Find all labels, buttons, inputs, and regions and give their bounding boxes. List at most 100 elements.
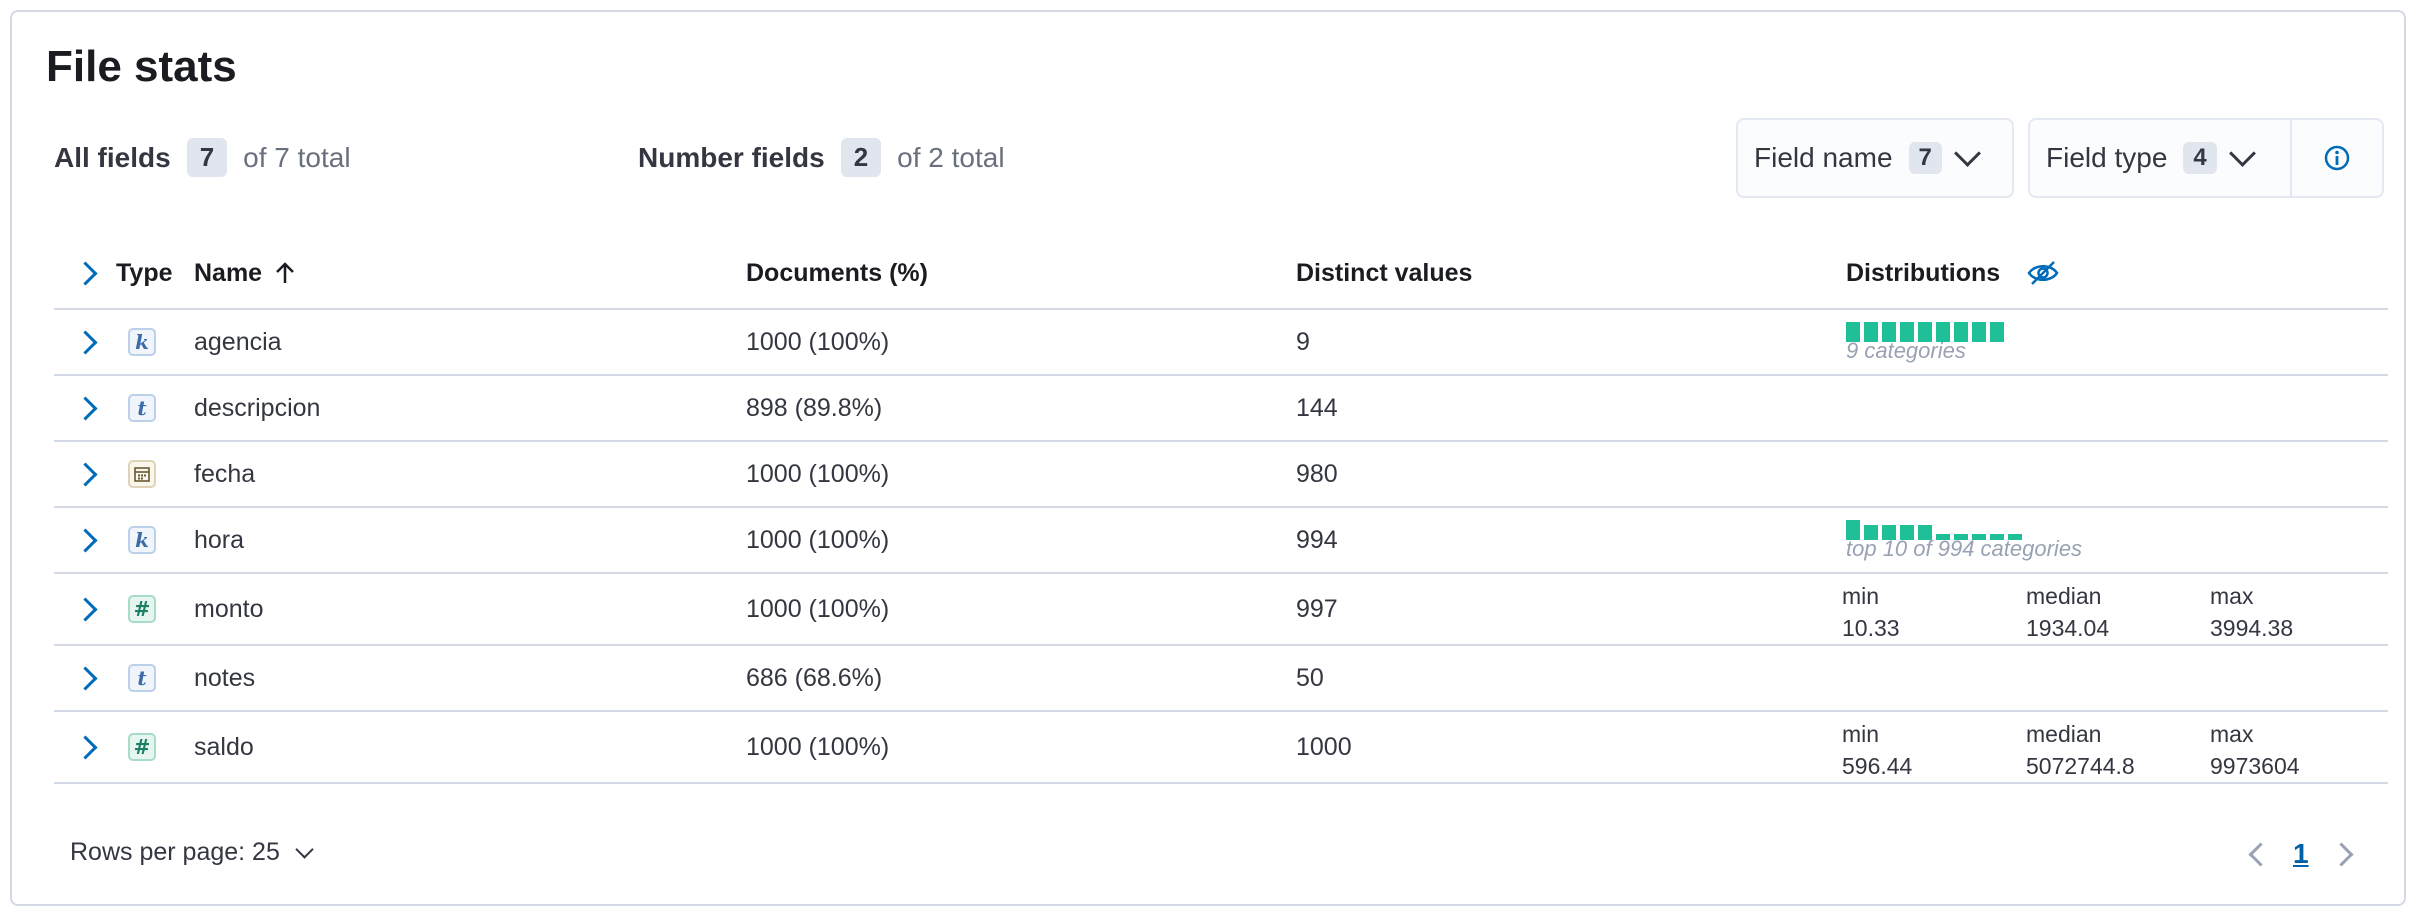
chevron-right-icon xyxy=(72,665,98,691)
chevron-down-icon xyxy=(2228,139,2256,167)
eye-closed-icon[interactable] xyxy=(2026,259,2060,287)
all-fields-count: 7 xyxy=(186,138,228,177)
header-type: Type xyxy=(116,258,173,287)
header-distinct-values[interactable]: Distinct values xyxy=(1296,238,1472,308)
min-value: 10.33 xyxy=(1842,615,1900,641)
previous-page-icon[interactable] xyxy=(2248,841,2273,867)
header-documents[interactable]: Documents (%) xyxy=(746,238,928,308)
expand-row-button[interactable] xyxy=(70,712,100,782)
header-distributions: Distributions xyxy=(1846,238,2060,308)
chevron-right-icon xyxy=(72,461,98,487)
type-cell: k xyxy=(128,508,156,572)
page-1-link[interactable]: 1 xyxy=(2293,838,2309,870)
next-page-icon[interactable] xyxy=(2329,841,2354,867)
type-cell: t xyxy=(128,646,156,710)
distribution-cell xyxy=(1846,646,2366,710)
field-name: monto xyxy=(194,594,264,623)
documents-value: 1000 (100%) xyxy=(746,459,890,488)
documents-value: 1000 (100%) xyxy=(746,594,890,623)
table-row[interactable]: # saldo 1000 (100%) 1000 min 596.44 media… xyxy=(54,712,2388,784)
median-value: 1934.04 xyxy=(2026,615,2110,641)
chevron-right-icon xyxy=(72,527,98,553)
documents-value: 1000 (100%) xyxy=(746,732,890,761)
field-type-filter[interactable]: Field type 4 xyxy=(2028,118,2292,198)
min-value: 596.44 xyxy=(1842,753,1913,779)
expand-all-button[interactable] xyxy=(70,238,100,308)
max-label: max xyxy=(2210,721,2254,747)
type-glyph: t xyxy=(137,396,147,420)
distribution-cell xyxy=(1846,376,2366,440)
chevron-right-icon xyxy=(72,395,98,421)
table-row[interactable]: k hora 1000 (100%) 994 top 10 of 994 cat… xyxy=(54,508,2388,574)
chevron-right-icon xyxy=(72,596,98,622)
rows-per-page-label: Rows per page: 25 xyxy=(70,838,280,866)
expand-row-button[interactable] xyxy=(70,376,100,440)
type-cell: t xyxy=(128,376,156,440)
date-type-icon xyxy=(128,460,156,488)
field-name: fecha xyxy=(194,459,256,488)
min-label: min xyxy=(1842,721,1880,747)
type-cell xyxy=(128,442,156,506)
distribution-bar xyxy=(1990,322,2004,342)
numeric-summary: min 596.44 median 5072744.8 max 9973604 xyxy=(1842,718,2394,782)
type-glyph: k xyxy=(135,528,149,552)
table-row[interactable]: fecha 1000 (100%) 980 xyxy=(54,442,2388,508)
median-label: median xyxy=(2026,721,2102,747)
header-name[interactable]: Name xyxy=(194,238,296,308)
max-value: 3994.38 xyxy=(2210,615,2294,641)
distinct-value: 1000 xyxy=(1296,732,1352,761)
max-value: 9973604 xyxy=(2210,753,2300,779)
documents-value: 898 (89.8%) xyxy=(746,393,883,422)
field-name: agencia xyxy=(194,327,282,356)
field-name-filter-label: Field name xyxy=(1754,142,1893,173)
expand-row-button[interactable] xyxy=(70,442,100,506)
type-glyph: # xyxy=(133,735,151,759)
field-name-filter[interactable]: Field name 7 xyxy=(1736,118,2014,198)
expand-row-button[interactable] xyxy=(70,646,100,710)
type-glyph: k xyxy=(135,330,149,354)
distribution-cell xyxy=(1846,442,2366,506)
field-name: saldo xyxy=(194,732,254,761)
number-fields-label: Number fields xyxy=(638,141,825,173)
distribution-cell: top 10 of 994 categories xyxy=(1846,508,2366,572)
info-button[interactable] xyxy=(2290,118,2384,198)
arrow-up-icon xyxy=(276,262,294,283)
table-body: k agencia 1000 (100%) 9 9 categories t d… xyxy=(54,310,2388,784)
number-type-icon: # xyxy=(128,733,156,761)
expand-row-button[interactable] xyxy=(70,508,100,572)
fields-table: Type Name Documents (%) Distinct values … xyxy=(54,238,2388,784)
documents-value: 1000 (100%) xyxy=(746,525,890,554)
distribution-bar xyxy=(1972,322,1986,342)
field-type-filter-label: Field type xyxy=(2046,142,2168,173)
distinct-value: 997 xyxy=(1296,594,1338,623)
chevron-right-icon xyxy=(72,329,98,355)
expand-row-button[interactable] xyxy=(70,574,100,644)
rows-per-page-selector[interactable]: Rows per page: 25 xyxy=(70,838,314,867)
distribution-label: 9 categories xyxy=(1846,338,1966,363)
type-cell: # xyxy=(128,712,156,782)
number-fields-count: 2 xyxy=(840,138,882,177)
distribution-cell: min 10.33 median 1934.04 max 3994.38 xyxy=(1842,574,2362,644)
calendar-icon xyxy=(134,467,150,482)
page-title: File stats xyxy=(46,42,237,91)
field-name-filter-count: 7 xyxy=(1908,142,1942,174)
type-glyph: t xyxy=(137,666,147,690)
table-row[interactable]: k agencia 1000 (100%) 9 9 categories xyxy=(54,310,2388,376)
distribution-cell: min 596.44 median 5072744.8 max 9973604 xyxy=(1842,712,2362,782)
file-stats-panel: File stats All fields 7 of 7 total Numbe… xyxy=(10,10,2406,906)
pagination: 1 xyxy=(2248,838,2354,870)
table-row[interactable]: t descripcion 898 (89.8%) 144 xyxy=(54,376,2388,442)
numeric-summary: min 10.33 median 1934.04 max 3994.38 xyxy=(1842,580,2394,644)
median-value: 5072744.8 xyxy=(2026,753,2135,779)
table-header: Type Name Documents (%) Distinct values … xyxy=(54,238,2388,310)
type-cell: k xyxy=(128,310,156,374)
documents-value: 1000 (100%) xyxy=(746,327,890,356)
chevron-right-icon xyxy=(72,260,98,286)
table-row[interactable]: # monto 1000 (100%) 997 min 10.33 median 1… xyxy=(54,574,2388,646)
table-row[interactable]: t notes 686 (68.6%) 50 xyxy=(54,646,2388,712)
all-fields-label: All fields xyxy=(54,141,171,173)
text-type-icon: t xyxy=(128,394,156,422)
number-type-icon: # xyxy=(128,595,156,623)
expand-row-button[interactable] xyxy=(70,310,100,374)
keyword-type-icon: k xyxy=(128,526,156,554)
